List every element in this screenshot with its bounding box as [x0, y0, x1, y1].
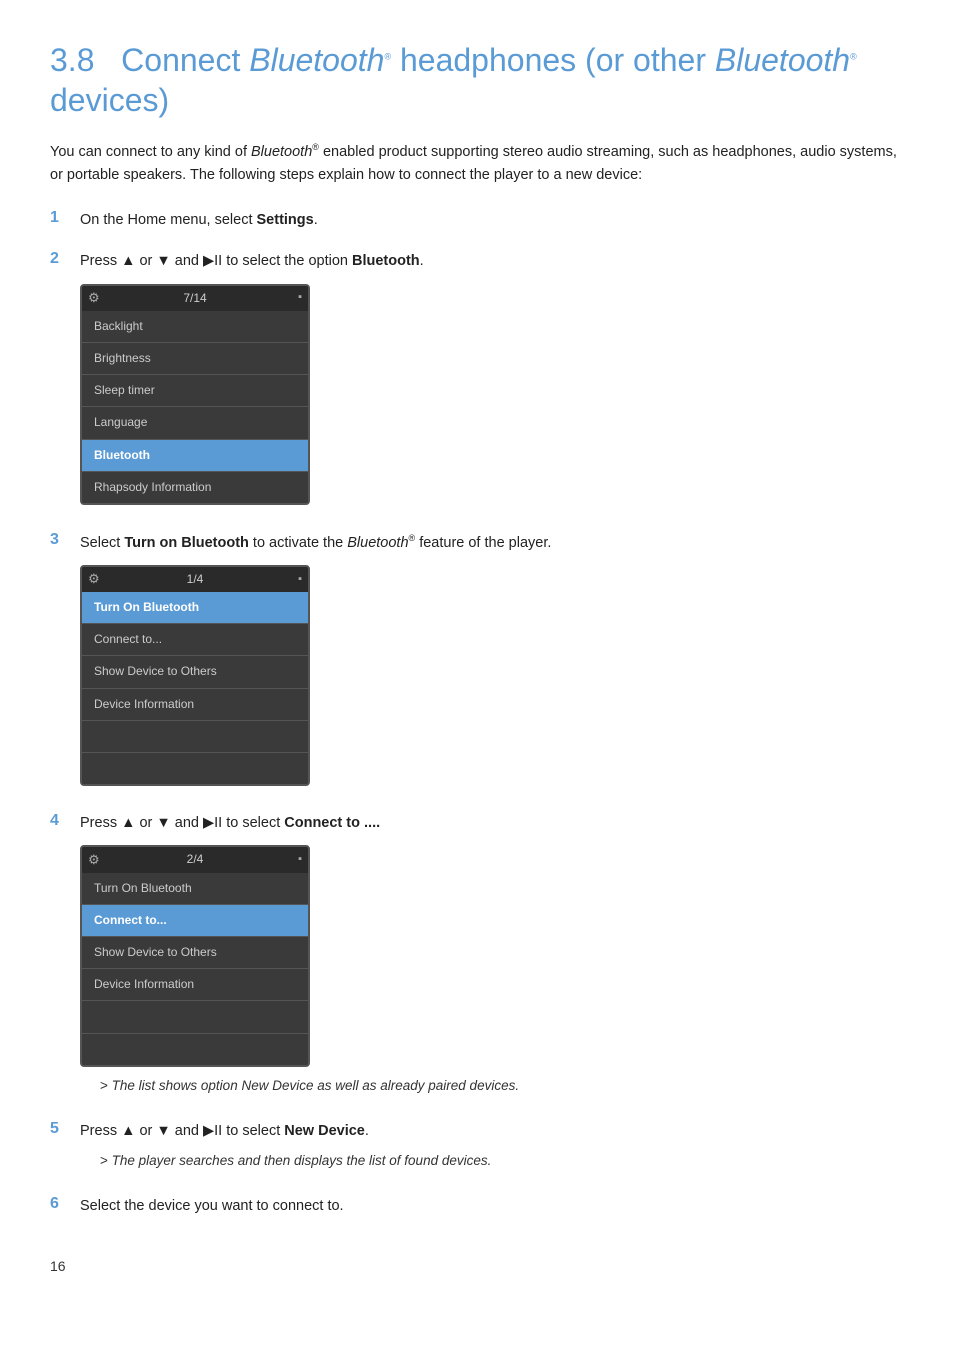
- menu-show-device-2: Show Device to Others: [82, 937, 308, 969]
- step-4-number: 4: [50, 812, 80, 830]
- step-6-content: Select the device you want to connect to…: [80, 1195, 904, 1218]
- step-6: 6 Select the device you want to connect …: [50, 1195, 904, 1218]
- steps-list: 1 On the Home menu, select Settings. 2 P…: [50, 209, 904, 1218]
- step-5-content: Press ▲ or ▼ and ▶II to select New Devic…: [80, 1120, 904, 1177]
- step-3-number: 3: [50, 531, 80, 549]
- page-heading: 3.8 Connect Bluetooth® headphones (or ot…: [50, 40, 904, 120]
- step-6-number: 6: [50, 1195, 80, 1213]
- screen1-menu: Backlight Brightness Sleep timer Languag…: [82, 311, 308, 503]
- screen3-page: 2/4: [187, 850, 204, 869]
- menu-bluetooth: Bluetooth: [82, 440, 308, 472]
- heading-connect: Connect Bluetooth® headphones (or other …: [50, 42, 857, 118]
- intro-text: You can connect to any kind of Bluetooth…: [50, 140, 904, 187]
- step-2-number: 2: [50, 250, 80, 268]
- menu-backlight: Backlight: [82, 311, 308, 343]
- step-4-content: Press ▲ or ▼ and ▶II to select Connect t…: [80, 812, 904, 1102]
- step-5: 5 Press ▲ or ▼ and ▶II to select New Dev…: [50, 1120, 904, 1177]
- menu-brightness: Brightness: [82, 343, 308, 375]
- menu-connect-to-2: Connect to...: [82, 905, 308, 937]
- heading-number: 3.8: [50, 42, 94, 78]
- step-3-content: Select Turn on Bluetooth to activate the…: [80, 531, 904, 794]
- screen3-header: ⚙ 2/4 ▪: [82, 847, 308, 872]
- menu-empty-3: [82, 1001, 308, 1033]
- step-5-subnote: The player searches and then displays th…: [100, 1150, 904, 1172]
- page-footer: 16: [50, 1258, 904, 1274]
- step-3: 3 Select Turn on Bluetooth to activate t…: [50, 531, 904, 794]
- menu-device-info: Device Information: [82, 689, 308, 721]
- battery-icon-2: ▪: [298, 571, 302, 589]
- step-1: 1 On the Home menu, select Settings.: [50, 209, 904, 232]
- menu-turn-on-bt: Turn On Bluetooth: [82, 592, 308, 624]
- menu-empty-2: [82, 753, 308, 784]
- step-2-content: Press ▲ or ▼ and ▶II to select the optio…: [80, 250, 904, 513]
- gear-icon: ⚙: [88, 288, 100, 309]
- device-screen-1: ⚙ 7/14 ▪ Backlight Brightness Sleep time…: [80, 284, 310, 505]
- menu-rhapsody: Rhapsody Information: [82, 472, 308, 503]
- step-4: 4 Press ▲ or ▼ and ▶II to select Connect…: [50, 812, 904, 1102]
- menu-empty-4: [82, 1034, 308, 1065]
- device-screen-2: ⚙ 1/4 ▪ Turn On Bluetooth Connect to... …: [80, 565, 310, 786]
- device-screen-3: ⚙ 2/4 ▪ Turn On Bluetooth Connect to... …: [80, 845, 310, 1066]
- battery-icon-3: ▪: [298, 851, 302, 869]
- gear-icon-3: ⚙: [88, 850, 100, 871]
- step-5-number: 5: [50, 1120, 80, 1138]
- menu-connect-to: Connect to...: [82, 624, 308, 656]
- gear-icon-2: ⚙: [88, 569, 100, 590]
- screen2-page: 1/4: [187, 570, 204, 589]
- screen1-header: ⚙ 7/14 ▪: [82, 286, 308, 311]
- step-4-subnote: The list shows option New Device as well…: [100, 1075, 904, 1097]
- page-number: 16: [50, 1258, 66, 1274]
- menu-empty-1: [82, 721, 308, 753]
- step-2: 2 Press ▲ or ▼ and ▶II to select the opt…: [50, 250, 904, 513]
- step-1-number: 1: [50, 209, 80, 227]
- screen2-menu: Turn On Bluetooth Connect to... Show Dev…: [82, 592, 308, 784]
- menu-device-info-2: Device Information: [82, 969, 308, 1001]
- screen2-header: ⚙ 1/4 ▪: [82, 567, 308, 592]
- menu-language: Language: [82, 407, 308, 439]
- battery-icon: ▪: [298, 289, 302, 307]
- screen3-menu: Turn On Bluetooth Connect to... Show Dev…: [82, 873, 308, 1065]
- screen1-page: 7/14: [183, 289, 206, 308]
- menu-show-device: Show Device to Others: [82, 656, 308, 688]
- step-1-content: On the Home menu, select Settings.: [80, 209, 904, 232]
- menu-turn-on-bt-2: Turn On Bluetooth: [82, 873, 308, 905]
- menu-sleep-timer: Sleep timer: [82, 375, 308, 407]
